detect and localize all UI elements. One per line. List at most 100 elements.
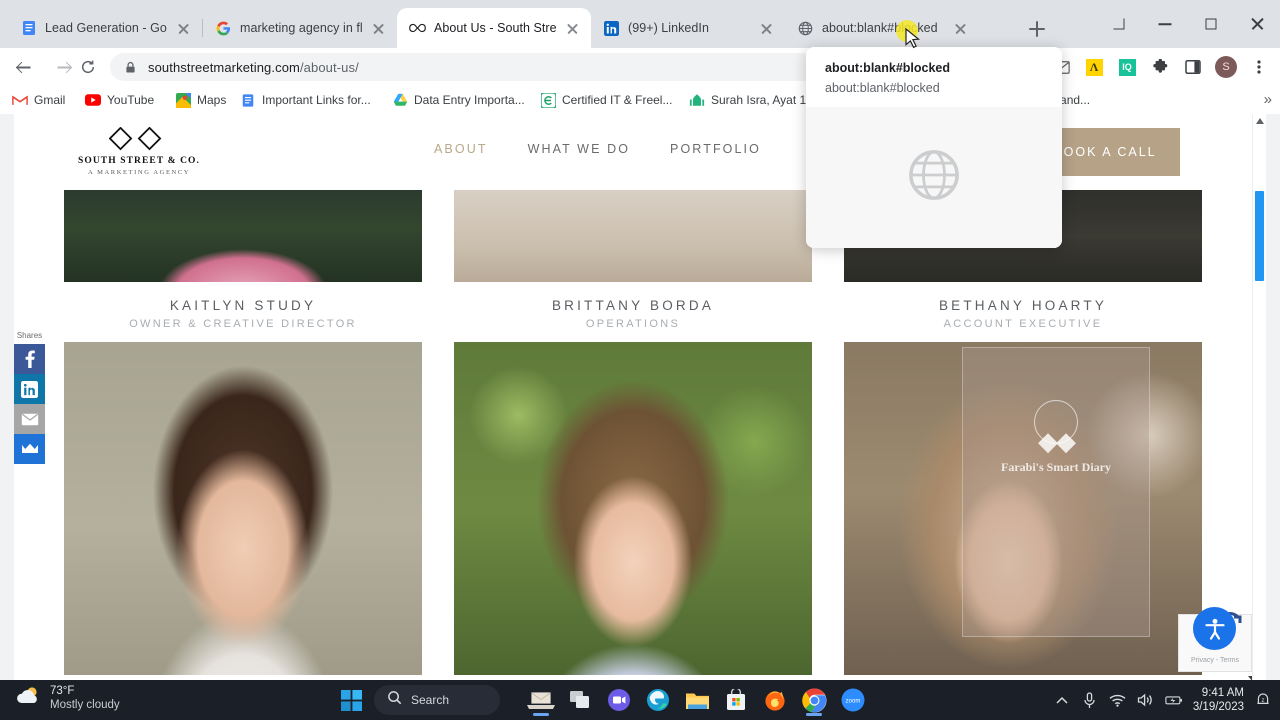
team-photo — [64, 342, 422, 675]
url-text: southstreetmarketing.com/about-us/ — [148, 60, 359, 75]
three-dot-menu[interactable] — [1244, 52, 1274, 82]
hovercard-url: about:blank#blocked — [825, 81, 940, 95]
watermark-overlay: ◆◆ Farabi's Smart Diary — [962, 347, 1150, 637]
crown-share-button[interactable] — [14, 434, 45, 464]
search-tabs-button[interactable] — [1096, 8, 1142, 40]
taskbar-search[interactable]: Search — [374, 685, 500, 715]
bookmarks-overflow-button[interactable]: » — [1264, 91, 1272, 108]
maximize-button[interactable] — [1188, 8, 1234, 40]
team-photo: ◆◆ Farabi's Smart Diary — [844, 342, 1202, 675]
bookmark-gmail[interactable]: Gmail — [12, 89, 65, 111]
team-photo-card-3: ◆◆ Farabi's Smart Diary — [844, 342, 1202, 675]
url-domain: southstreetmarketing.com — [148, 59, 300, 75]
start-button[interactable] — [335, 684, 367, 716]
profile-avatar[interactable]: S — [1211, 52, 1241, 82]
firefox-browser-icon[interactable] — [759, 684, 791, 716]
team-section: KAITLYN STUDY OWNER & CREATIVE DIRECTOR … — [14, 190, 1266, 680]
tab-lead-generation[interactable]: Lead Generation - Googl — [8, 8, 202, 48]
volume-icon[interactable] — [1137, 691, 1155, 709]
edge-browser-icon[interactable] — [642, 684, 674, 716]
close-window-button[interactable] — [1234, 8, 1280, 40]
bookmark-youtube[interactable]: YouTube — [85, 89, 154, 111]
puzzle-extensions-icon[interactable] — [1145, 52, 1175, 82]
mail-laptop-app-icon[interactable] — [525, 684, 557, 716]
site-header: SOUTH STREET & CO. A MARKETING AGENCY AB… — [14, 114, 1266, 190]
bookmark-certified-it[interactable]: Certified IT & Freel... — [540, 89, 672, 111]
clock-date: 3/19/2023 — [1192, 701, 1244, 713]
chrome-browser-window: Lead Generation - Googl marketing agency… — [0, 0, 1280, 680]
hovercard-thumbnail — [806, 107, 1062, 248]
nav-item-what-we-do[interactable]: WHAT WE DO — [508, 142, 650, 156]
wifi-icon[interactable] — [1109, 691, 1127, 709]
scrollbar-thumb[interactable] — [1255, 191, 1264, 281]
chrome-browser-icon[interactable] — [798, 684, 830, 716]
watermark-text: Farabi's Smart Diary — [1001, 460, 1111, 474]
close-icon[interactable] — [370, 20, 387, 37]
nav-item-portfolio[interactable]: PORTFOLIO — [650, 142, 781, 156]
notification-bell-icon[interactable]: z — [1254, 691, 1272, 709]
team-member-name: BETHANY HOARTY — [938, 298, 1108, 313]
extension-a-icon[interactable]: Λ — [1079, 52, 1109, 82]
reload-button[interactable] — [76, 55, 100, 79]
scroll-up-arrow-icon[interactable] — [1256, 118, 1264, 124]
microsoft-store-icon[interactable] — [720, 684, 752, 716]
forward-button[interactable] — [52, 55, 76, 79]
tab-about-blank-blocked[interactable]: about:blank#blocked — [785, 8, 979, 48]
extension-iq-icon[interactable]: IQ — [1112, 52, 1142, 82]
file-explorer-icon[interactable] — [681, 684, 713, 716]
bookmark-surah-isra[interactable]: Surah Isra, Ayat 1 — [689, 89, 806, 111]
weather-desc: Mostly cloudy — [50, 698, 120, 711]
back-button[interactable] — [12, 55, 36, 79]
logo-name: SOUTH STREET & CO. — [77, 156, 201, 166]
recaptcha-terms-text[interactable]: Privacy - Terms — [1179, 657, 1251, 664]
minimize-button[interactable] — [1142, 8, 1188, 40]
watermark-glyph-icon: ◆◆ — [1038, 426, 1076, 456]
tab-title: Lead Generation - Googl — [45, 21, 167, 35]
bookmark-label: YouTube — [107, 93, 155, 107]
task-view-icon[interactable] — [564, 684, 596, 716]
page-scrollbar[interactable] — [1252, 114, 1266, 680]
search-placeholder: Search — [411, 693, 450, 707]
url-path: /about-us/ — [299, 59, 359, 75]
google-docs-icon — [20, 20, 37, 37]
tab-title: marketing agency in flori — [240, 21, 362, 35]
facebook-share-button[interactable] — [14, 344, 45, 374]
bookmark-data-entry[interactable]: Data Entry Importa... — [392, 89, 525, 111]
taskbar-clock[interactable]: 9:41 AM 3/19/2023 — [1193, 686, 1244, 715]
close-icon[interactable] — [952, 20, 969, 37]
nav-item-about[interactable]: ABOUT — [414, 142, 508, 156]
tab-strip: Lead Generation - Googl marketing agency… — [0, 0, 1280, 48]
website-content: SOUTH STREET & CO. A MARKETING AGENCY AB… — [14, 114, 1266, 680]
microphone-icon[interactable] — [1081, 691, 1099, 709]
close-icon[interactable] — [564, 20, 581, 37]
tab-linkedin[interactable]: (99+) LinkedIn — [591, 8, 785, 48]
tab-about-us-south-street[interactable]: About Us - South Street & — [397, 8, 591, 48]
teams-app-icon[interactable] — [603, 684, 635, 716]
team-member-role: OWNER & CREATIVE DIRECTOR — [129, 318, 357, 330]
side-panel-icon[interactable] — [1178, 52, 1208, 82]
accessibility-button[interactable] — [1193, 607, 1236, 650]
windows-taskbar: 73°F Mostly cloudy Search zoom 9:41 AM 3… — [0, 680, 1280, 720]
bookmark-maps[interactable]: Maps — [175, 89, 226, 111]
site-logo[interactable]: SOUTH STREET & CO. A MARKETING AGENCY — [64, 127, 214, 176]
close-icon[interactable] — [175, 20, 192, 37]
show-hidden-icons-button[interactable] — [1053, 691, 1071, 709]
tab-marketing-agency[interactable]: marketing agency in flori — [203, 8, 397, 48]
battery-icon[interactable] — [1165, 691, 1183, 709]
weather-temp: 73°F — [50, 685, 75, 698]
bookmark-label: Maps — [197, 93, 227, 107]
accessibility-person-icon — [1204, 618, 1225, 640]
close-icon[interactable] — [758, 20, 775, 37]
linkedin-share-button[interactable] — [14, 374, 45, 404]
window-controls — [1096, 8, 1280, 40]
email-share-button[interactable] — [14, 404, 45, 434]
bookmark-important-links[interactable]: Important Links for... — [240, 89, 371, 111]
browser-toolbar: southstreetmarketing.com/about-us/ Λ IQ … — [0, 48, 1280, 86]
zoom-app-icon[interactable]: zoom — [837, 684, 869, 716]
weather-widget[interactable]: 73°F Mostly cloudy — [14, 685, 120, 712]
hovercard-title: about:blank#blocked — [825, 61, 951, 75]
team-member-name: KAITLYN STUDY — [169, 298, 317, 313]
weather-text: 73°F Mostly cloudy — [50, 685, 120, 711]
new-tab-button[interactable] — [1024, 16, 1050, 42]
linkedin-icon — [603, 20, 620, 37]
